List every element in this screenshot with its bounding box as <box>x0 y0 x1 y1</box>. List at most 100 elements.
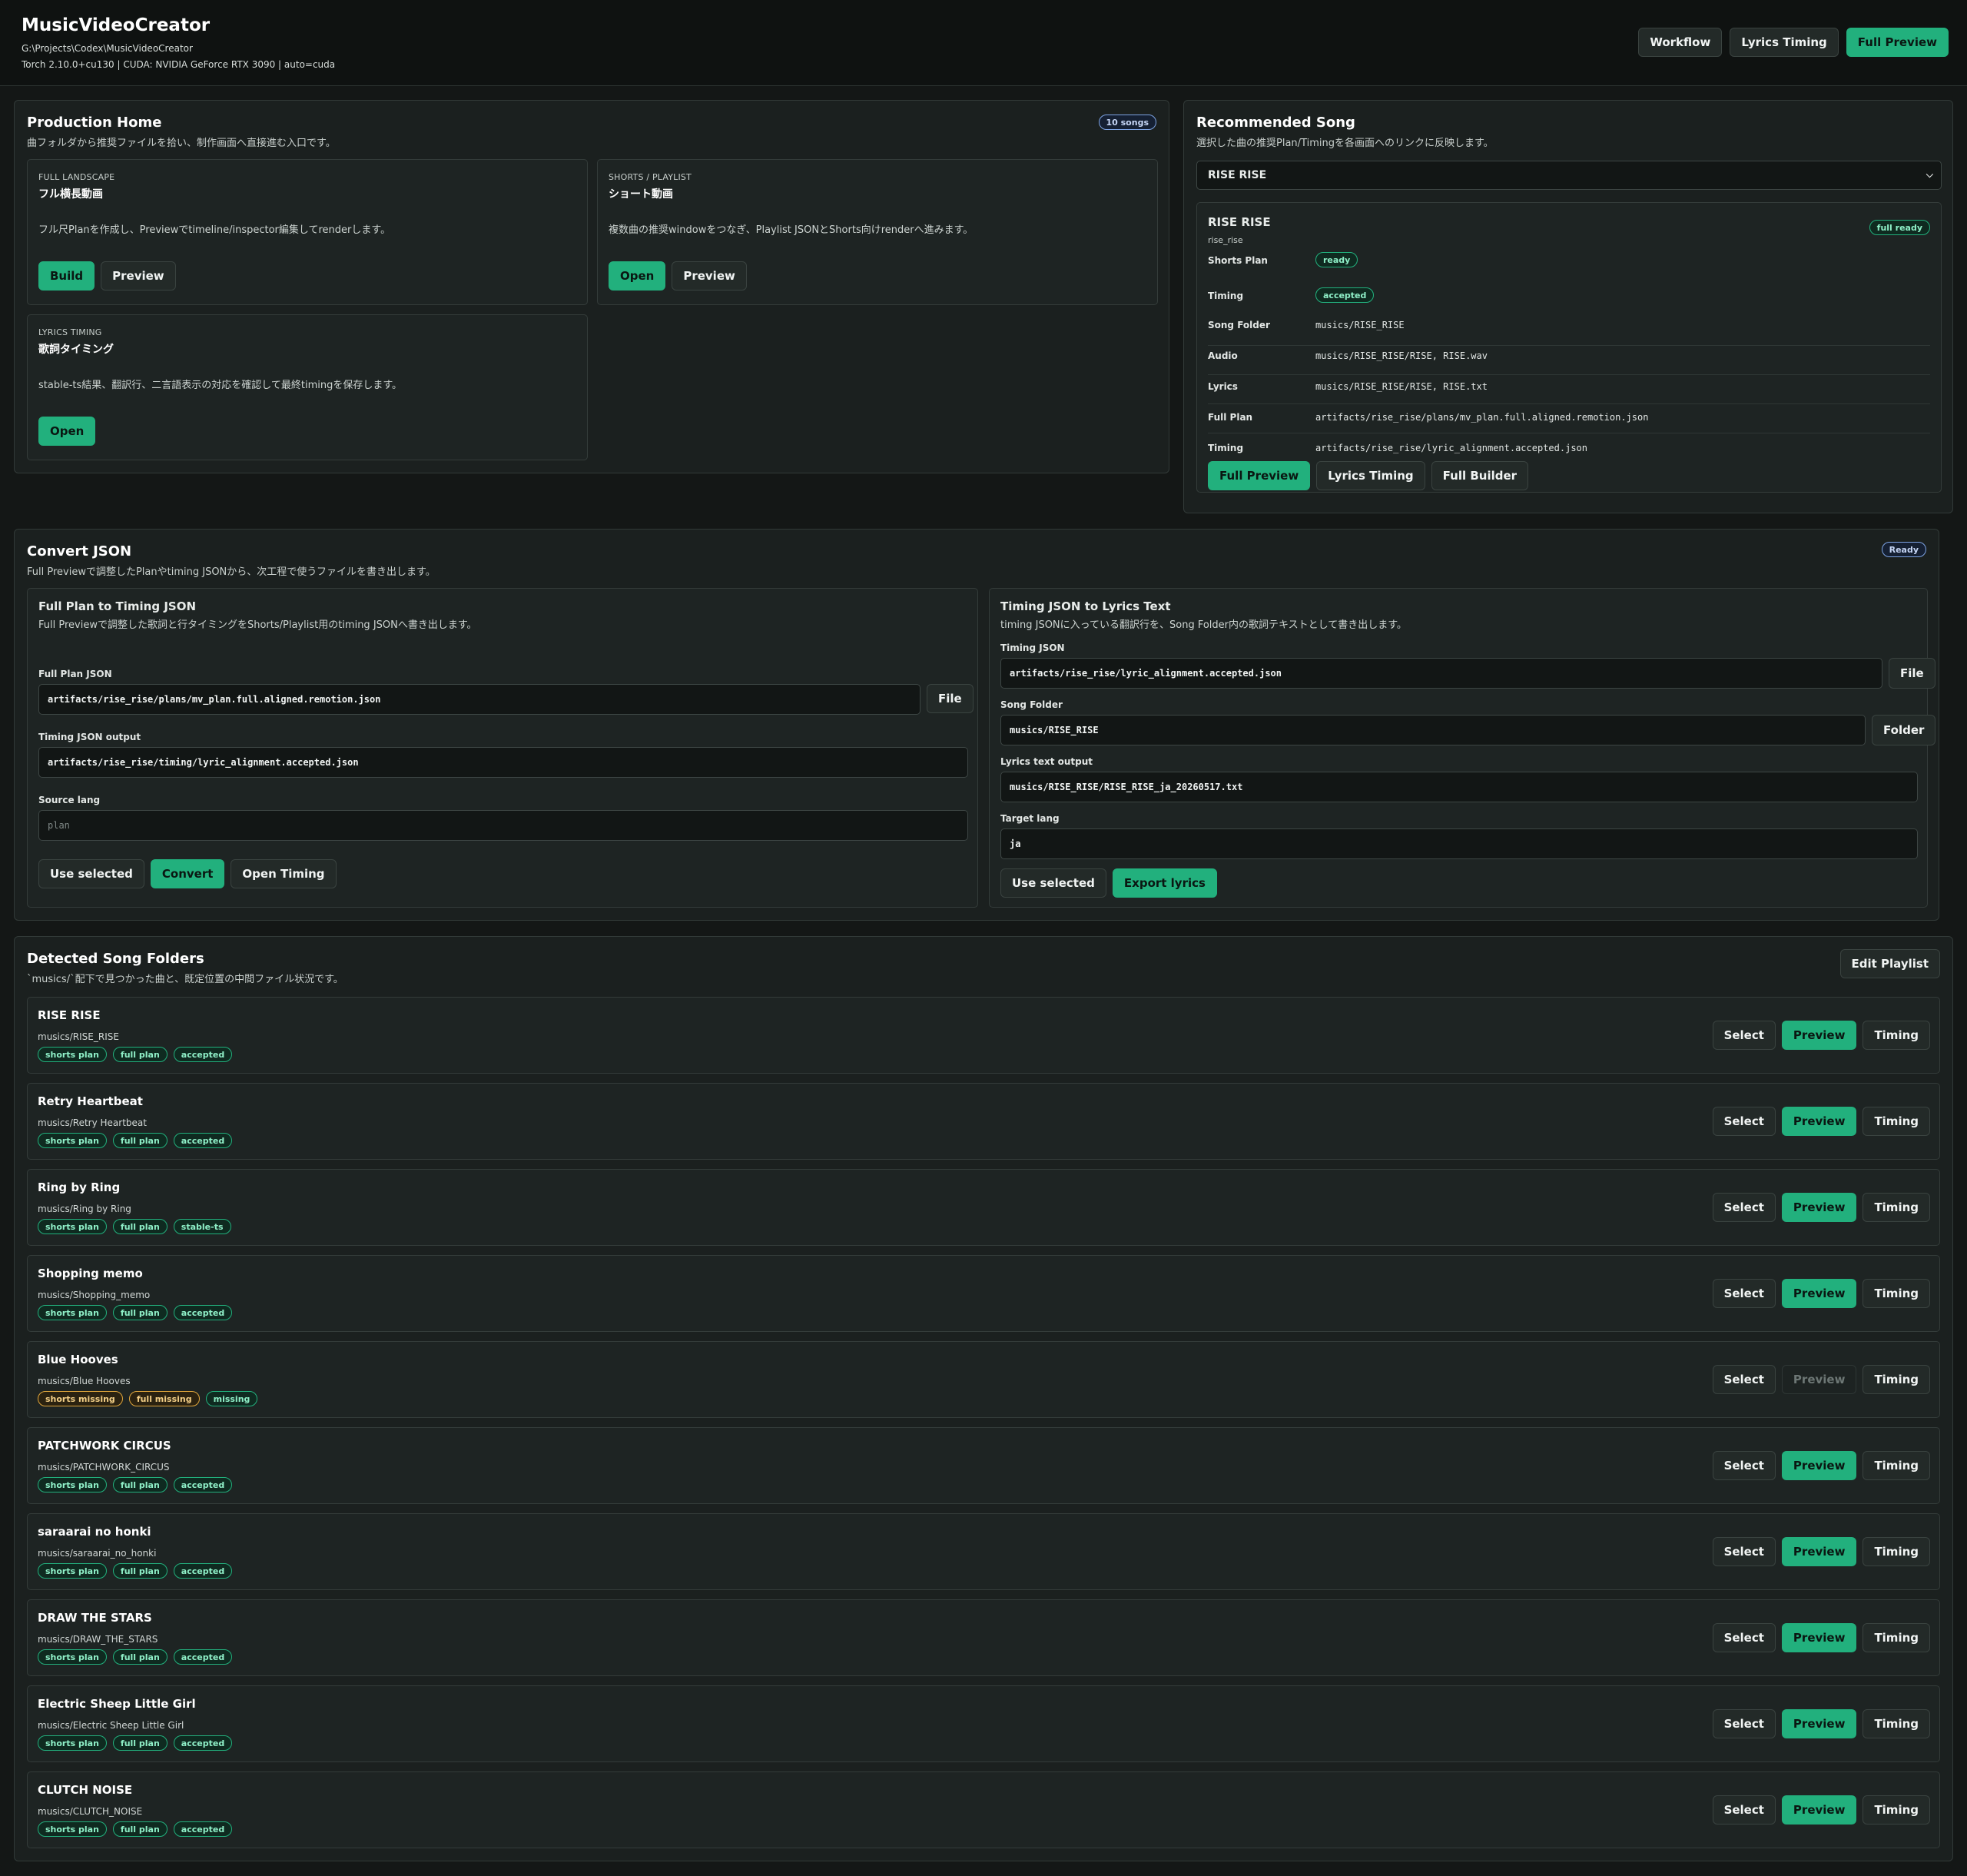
lyrics-timing-nav-button[interactable]: Lyrics Timing <box>1730 28 1839 57</box>
status-tag: shorts plan <box>38 1649 107 1665</box>
song-tags: shorts plan full plan accepted <box>38 1735 233 1751</box>
song-row: Ring by Ring musics/Ring by Ring shorts pl… <box>27 1169 1940 1246</box>
full-preview-button[interactable]: Full Preview <box>1208 461 1311 490</box>
preview-button[interactable]: Preview <box>1781 1021 1857 1050</box>
detail-row-shorts-plan: Shorts Plan ready <box>1208 252 1930 281</box>
panel-title: Convert JSON <box>27 543 132 559</box>
select-button[interactable]: Select <box>1712 1709 1776 1738</box>
open-timing-button[interactable]: Open Timing <box>231 859 337 888</box>
timing-button[interactable]: Timing <box>1863 1795 1930 1825</box>
open-timing-button[interactable]: Open <box>38 417 96 446</box>
preview-button[interactable]: Preview <box>1781 1193 1857 1222</box>
timing-button[interactable]: Timing <box>1863 1279 1930 1308</box>
card-title: フル横長動画 <box>38 188 103 201</box>
convert-button[interactable]: Convert <box>150 859 225 888</box>
song-name: CLUTCH NOISE <box>38 1783 133 1797</box>
song-path: musics/Shopping_memo <box>38 1290 151 1300</box>
select-button[interactable]: Select <box>1712 1795 1776 1825</box>
preview-button[interactable]: Preview <box>1781 1365 1857 1394</box>
song-tags: shorts plan full plan accepted <box>38 1477 233 1492</box>
timing-button[interactable]: Timing <box>1863 1709 1930 1738</box>
project-path: G:\Projects\Codex\MusicVideoCreator <box>22 43 193 54</box>
status-tag: accepted <box>173 1047 233 1062</box>
song-tags: shorts plan full plan stable-ts <box>38 1219 231 1234</box>
full-plan-json-input[interactable]: artifacts/rise_rise/plans/mv_plan.full.a… <box>38 684 920 715</box>
status-tag: full plan <box>112 1133 168 1148</box>
lyrics-timing-card: LYRICS TIMING 歌詞タイミング stable-ts結果、翻訳行、二言… <box>27 314 588 460</box>
timing-to-lyrics-card: Timing JSON to Lyrics Text timing JSONに入… <box>989 588 1936 908</box>
song-row: saraarai no honki musics/saraarai_no_honk… <box>27 1513 1940 1590</box>
preview-button[interactable]: Preview <box>1781 1451 1857 1480</box>
song-name: Blue Hooves <box>38 1353 118 1366</box>
song-tags: shorts missing full missing missing <box>38 1391 258 1406</box>
plan-file-button[interactable]: File <box>927 684 974 713</box>
song-select[interactable]: RISE RISE ⌵ <box>1196 161 1942 190</box>
song-actions: Select Preview Timing <box>1712 1537 1930 1566</box>
status-tag: full plan <box>112 1305 168 1320</box>
timing-button[interactable]: Timing <box>1863 1623 1930 1652</box>
select-button[interactable]: Select <box>1712 1107 1776 1136</box>
select-button[interactable]: Select <box>1712 1623 1776 1652</box>
source-lang-input[interactable]: plan <box>38 810 968 841</box>
timing-button[interactable]: Timing <box>1863 1193 1930 1222</box>
timing-file-button[interactable]: File <box>1889 658 1935 689</box>
select-button[interactable]: Select <box>1712 1021 1776 1050</box>
song-actions: Select Preview Timing <box>1712 1709 1930 1738</box>
export-lyrics-button[interactable]: Export lyrics <box>1112 868 1217 898</box>
timing-button[interactable]: Timing <box>1863 1451 1930 1480</box>
song-id: rise_rise <box>1208 235 1243 245</box>
song-actions: Select Preview Timing <box>1712 1107 1930 1136</box>
preview-button[interactable]: Preview <box>1781 1709 1857 1738</box>
build-button[interactable]: Build <box>38 261 95 291</box>
shorts-playlist-card: SHORTS / PLAYLIST ショート動画 複数曲の推奨windowをつな… <box>597 159 1158 305</box>
target-lang-input[interactable]: ja <box>1000 828 1918 859</box>
select-button[interactable]: Select <box>1712 1193 1776 1222</box>
full-builder-button[interactable]: Full Builder <box>1431 461 1529 490</box>
status-tag: accepted <box>173 1133 233 1148</box>
select-button[interactable]: Select <box>1712 1365 1776 1394</box>
full-preview-nav-button[interactable]: Full Preview <box>1846 28 1949 57</box>
song-row: PATCHWORK CIRCUS musics/PATCHWORK_CIRCUS s… <box>27 1427 1940 1504</box>
use-selected-button[interactable]: Use selected <box>38 859 144 888</box>
status-tag: missing <box>205 1391 258 1406</box>
app-title: MusicVideoCreator <box>22 15 211 35</box>
status-tag: full plan <box>112 1821 168 1837</box>
song-path: musics/RISE_RISE <box>38 1031 119 1042</box>
timing-button[interactable]: Timing <box>1863 1107 1930 1136</box>
timing-button[interactable]: Timing <box>1863 1021 1930 1050</box>
timing-output-input[interactable]: artifacts/rise_rise/timing/lyric_alignme… <box>38 747 968 778</box>
use-selected-button[interactable]: Use selected <box>1000 868 1106 898</box>
preview-button[interactable]: Preview <box>1781 1537 1857 1566</box>
song-tags: shorts plan full plan accepted <box>38 1563 233 1579</box>
edit-playlist-button[interactable]: Edit Playlist <box>1839 949 1940 978</box>
lyrics-timing-button[interactable]: Lyrics Timing <box>1316 461 1425 490</box>
timing-json-input[interactable]: artifacts/rise_rise/lyric_alignment.acce… <box>1000 658 1882 689</box>
song-path: musics/Retry Heartbeat <box>38 1117 147 1128</box>
preview-button[interactable]: Preview <box>1781 1623 1857 1652</box>
status-tag: accepted <box>173 1821 233 1837</box>
song-row: Shopping memo musics/Shopping_memo shorts … <box>27 1255 1940 1332</box>
panel-subtitle: `musics/`配下で見つかった曲と、既定位置の中間ファイル状況です。 <box>27 974 343 985</box>
song-actions: Select Preview Timing <box>1712 1021 1930 1050</box>
song-name: Ring by Ring <box>38 1180 121 1194</box>
panel-subtitle: Full Previewで調整したPlanやtiming JSONから、次工程で… <box>27 566 436 578</box>
convert-json-panel: Convert JSON Full Previewで調整したPlanやtimin… <box>14 529 1939 921</box>
song-path: musics/CLUTCH_NOISE <box>38 1806 143 1817</box>
preview-button[interactable]: Preview <box>672 261 747 291</box>
timing-button[interactable]: Timing <box>1863 1365 1930 1394</box>
card-title: 歌詞タイミング <box>38 344 114 356</box>
preview-button[interactable]: Preview <box>1781 1795 1857 1825</box>
preview-button[interactable]: Preview <box>1781 1279 1857 1308</box>
select-button[interactable]: Select <box>1712 1279 1776 1308</box>
preview-button[interactable]: Preview <box>101 261 176 291</box>
workflow-nav-button[interactable]: Workflow <box>1638 28 1723 57</box>
select-button[interactable]: Select <box>1712 1451 1776 1480</box>
song-folder-input[interactable]: musics/RISE_RISE <box>1000 715 1866 745</box>
open-shorts-button[interactable]: Open <box>609 261 666 291</box>
folder-button[interactable]: Folder <box>1872 715 1936 745</box>
preview-button[interactable]: Preview <box>1781 1107 1857 1136</box>
select-button[interactable]: Select <box>1712 1537 1776 1566</box>
song-row: Blue Hooves musics/Blue Hooves shorts miss… <box>27 1341 1940 1418</box>
timing-button[interactable]: Timing <box>1863 1537 1930 1566</box>
lyrics-output-input[interactable]: musics/RISE_RISE/RISE_RISE_ja_20260517.t… <box>1000 772 1918 802</box>
